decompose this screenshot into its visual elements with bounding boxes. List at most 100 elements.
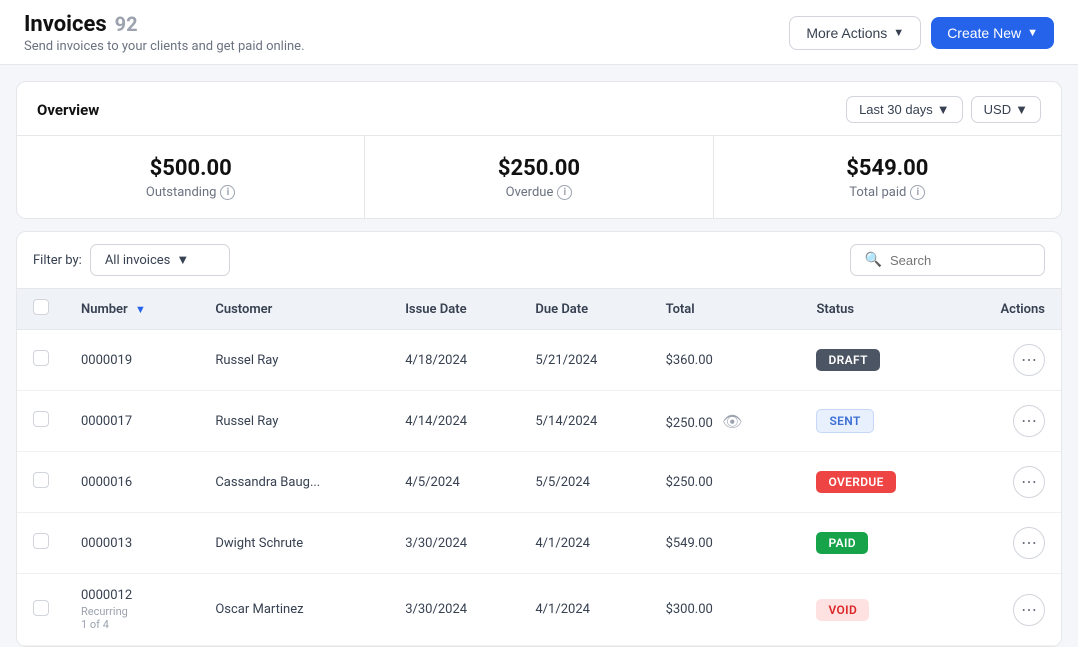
row-checkbox-0[interactable] xyxy=(33,350,49,366)
row-actions-button[interactable]: ⋯ xyxy=(1013,594,1045,626)
search-box: 🔍 xyxy=(850,244,1045,276)
header-title-group: Invoices 92 xyxy=(24,12,305,37)
column-customer: Customer xyxy=(199,289,389,330)
row-actions-button[interactable]: ⋯ xyxy=(1013,527,1045,559)
cell-due-date: 4/1/2024 xyxy=(519,574,649,646)
more-actions-button[interactable]: More Actions ▼ xyxy=(789,16,921,50)
cell-total: $300.00 xyxy=(650,574,801,646)
status-badge: SENT xyxy=(816,409,873,433)
column-status: Status xyxy=(800,289,954,330)
select-all-column xyxy=(17,289,65,330)
cell-number: 0000016 xyxy=(65,452,199,513)
cell-customer: Oscar Martinez xyxy=(199,574,389,646)
cell-total: $549.00 xyxy=(650,513,801,574)
cell-customer: Russel Ray xyxy=(199,391,389,452)
overview-stats: $500.00 Outstanding i $250.00 Overdue i … xyxy=(17,136,1061,218)
cell-due-date: 5/21/2024 xyxy=(519,330,649,391)
row-checkbox-4[interactable] xyxy=(33,600,49,616)
cell-issue-date: 3/30/2024 xyxy=(389,574,519,646)
search-input[interactable] xyxy=(890,253,1030,268)
page-subtitle: Send invoices to your clients and get pa… xyxy=(24,39,305,54)
outstanding-info-icon[interactable]: i xyxy=(220,185,235,200)
number-sort-icon: ▼ xyxy=(135,303,146,316)
row-actions-button[interactable]: ⋯ xyxy=(1013,466,1045,498)
cell-customer: Dwight Schrute xyxy=(199,513,389,574)
table-header: Number ▼ Customer Issue Date Due Date To… xyxy=(17,289,1061,330)
cell-customer: Russel Ray xyxy=(199,330,389,391)
cell-total: $360.00 xyxy=(650,330,801,391)
invoices-table: Number ▼ Customer Issue Date Due Date To… xyxy=(17,289,1061,646)
header-left: Invoices 92 Send invoices to your client… xyxy=(24,12,305,54)
cell-status: VOID xyxy=(800,574,954,646)
cell-status: PAID xyxy=(800,513,954,574)
row-actions-button[interactable]: ⋯ xyxy=(1013,344,1045,376)
period-select[interactable]: Last 30 days ▼ xyxy=(846,96,963,123)
cell-due-date: 4/1/2024 xyxy=(519,513,649,574)
outstanding-amount: $500.00 xyxy=(150,156,232,181)
row-checkbox-2[interactable] xyxy=(33,472,49,488)
overdue-amount: $250.00 xyxy=(498,156,580,181)
cell-actions: ⋯ xyxy=(955,574,1061,646)
overdue-info-icon[interactable]: i xyxy=(557,185,572,200)
status-badge: VOID xyxy=(816,599,869,621)
column-total: Total xyxy=(650,289,801,330)
eye-icon: 👁 xyxy=(722,412,742,431)
cell-total: $250.00 👁 xyxy=(650,391,801,452)
status-badge: PAID xyxy=(816,532,868,554)
create-new-button[interactable]: Create New ▼ xyxy=(931,17,1054,49)
cell-due-date: 5/14/2024 xyxy=(519,391,649,452)
table-filters: Filter by: All invoices ▼ 🔍 xyxy=(17,232,1061,289)
cell-actions: ⋯ xyxy=(955,513,1061,574)
select-all-checkbox[interactable] xyxy=(33,299,49,315)
overview-controls: Last 30 days ▼ USD ▼ xyxy=(846,96,1041,123)
column-number: Number ▼ xyxy=(65,289,199,330)
overview-title: Overview xyxy=(37,101,99,119)
table-row: 0000019Russel Ray4/18/20245/21/2024$360.… xyxy=(17,330,1061,391)
row-checkbox-1[interactable] xyxy=(33,411,49,427)
invoice-count: 92 xyxy=(115,12,138,36)
more-actions-chevron-icon: ▼ xyxy=(893,27,904,39)
table-row: 0000013Dwight Schrute3/30/20244/1/2024$5… xyxy=(17,513,1061,574)
cell-issue-date: 4/18/2024 xyxy=(389,330,519,391)
cell-number: 0000017 xyxy=(65,391,199,452)
overview-section: Overview Last 30 days ▼ USD ▼ $500.00 Ou… xyxy=(16,81,1062,219)
cell-status: DRAFT xyxy=(800,330,954,391)
cell-issue-date: 4/5/2024 xyxy=(389,452,519,513)
header-actions: More Actions ▼ Create New ▼ xyxy=(789,16,1054,50)
cell-number: 0000019 xyxy=(65,330,199,391)
table-row: 0000016Cassandra Baug...4/5/20245/5/2024… xyxy=(17,452,1061,513)
total-paid-amount: $549.00 xyxy=(846,156,928,181)
cell-number: 0000012Recurring1 of 4 xyxy=(65,574,199,646)
total-paid-info-icon[interactable]: i xyxy=(910,185,925,200)
row-actions-button[interactable]: ⋯ xyxy=(1013,405,1045,437)
cell-customer: Cassandra Baug... xyxy=(199,452,389,513)
overdue-label: Overdue i xyxy=(506,185,573,200)
table-row: 0000012Recurring1 of 4Oscar Martinez3/30… xyxy=(17,574,1061,646)
cell-actions: ⋯ xyxy=(955,391,1061,452)
cell-status: OVERDUE xyxy=(800,452,954,513)
search-icon: 🔍 xyxy=(865,252,882,268)
table-body: 0000019Russel Ray4/18/20245/21/2024$360.… xyxy=(17,330,1061,646)
page-header: Invoices 92 Send invoices to your client… xyxy=(0,0,1078,65)
stat-outstanding: $500.00 Outstanding i xyxy=(17,136,364,218)
cell-issue-date: 4/14/2024 xyxy=(389,391,519,452)
stat-total-paid: $549.00 Total paid i xyxy=(713,136,1061,218)
total-paid-label: Total paid i xyxy=(849,185,925,200)
outstanding-label: Outstanding i xyxy=(146,185,236,200)
cell-number: 0000013 xyxy=(65,513,199,574)
table-section: Filter by: All invoices ▼ 🔍 Number ▼ Cus… xyxy=(16,231,1062,647)
row-checkbox-3[interactable] xyxy=(33,533,49,549)
filter-label: Filter by: xyxy=(33,253,82,268)
cell-actions: ⋯ xyxy=(955,330,1061,391)
status-badge: DRAFT xyxy=(816,349,879,371)
cell-issue-date: 3/30/2024 xyxy=(389,513,519,574)
cell-actions: ⋯ xyxy=(955,452,1061,513)
create-new-chevron-icon: ▼ xyxy=(1027,27,1038,39)
period-chevron-icon: ▼ xyxy=(937,102,950,117)
filter-select[interactable]: All invoices ▼ xyxy=(90,244,230,276)
currency-chevron-icon: ▼ xyxy=(1015,102,1028,117)
overview-header: Overview Last 30 days ▼ USD ▼ xyxy=(17,82,1061,136)
cell-status: SENT xyxy=(800,391,954,452)
stat-overdue: $250.00 Overdue i xyxy=(364,136,712,218)
currency-select[interactable]: USD ▼ xyxy=(971,96,1041,123)
